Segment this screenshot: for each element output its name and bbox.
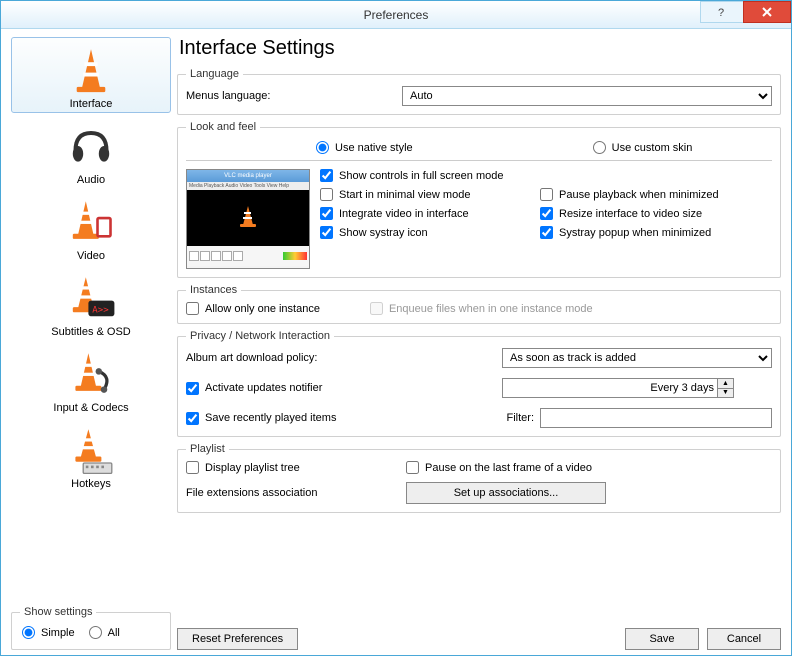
language-legend: Language [186, 68, 243, 80]
pause-last-frame-checkbox[interactable]: Pause on the last frame of a video [406, 461, 772, 474]
show-controls-checkbox[interactable]: Show controls in full screen mode [320, 169, 772, 182]
display-tree-checkbox[interactable]: Display playlist tree [186, 461, 396, 474]
systray-popup-checkbox[interactable]: Systray popup when minimized [540, 226, 772, 239]
page-title: Interface Settings [179, 37, 781, 60]
integrate-video-checkbox[interactable]: Integrate video in interface [320, 207, 520, 220]
footer: Reset Preferences Save Cancel [177, 624, 781, 650]
privacy-group: Privacy / Network Interaction Album art … [177, 330, 781, 437]
cone-film-icon [65, 196, 117, 248]
cone-osd-icon: A>> [65, 272, 117, 324]
headphones-icon [65, 120, 117, 172]
cancel-button[interactable]: Cancel [707, 628, 781, 650]
help-button[interactable]: ? [700, 1, 744, 23]
show-systray-checkbox[interactable]: Show systray icon [320, 226, 520, 239]
save-button[interactable]: Save [625, 628, 699, 650]
sidebar-item-label: Input & Codecs [53, 402, 128, 414]
sidebar-item-audio[interactable]: Audio [11, 113, 171, 189]
cone-keyboard-icon [65, 424, 117, 476]
updates-notifier-checkbox[interactable]: Activate updates notifier [186, 382, 486, 395]
playlist-legend: Playlist [186, 443, 229, 455]
resize-interface-checkbox[interactable]: Resize interface to video size [540, 207, 772, 220]
updates-interval-input[interactable] [502, 378, 718, 398]
sidebar-item-label: Interface [70, 98, 113, 110]
playlist-group: Playlist Display playlist tree Pause on … [177, 443, 781, 513]
reset-preferences-button[interactable]: Reset Preferences [177, 628, 298, 650]
titlebar: Preferences ? [1, 1, 791, 29]
menus-language-label: Menus language: [186, 90, 396, 102]
native-style-radio[interactable]: Use native style [316, 141, 413, 154]
updates-interval-spinner[interactable]: ▲▼ [502, 378, 772, 398]
menus-language-select[interactable]: Auto [402, 86, 772, 106]
allow-one-instance-checkbox[interactable]: Allow only one instance [186, 302, 320, 315]
album-art-select[interactable]: As soon as track is added [502, 348, 772, 368]
sidebar-item-label: Video [77, 250, 105, 262]
instances-legend: Instances [186, 284, 241, 296]
cone-icon [65, 44, 117, 96]
svg-text:?: ? [718, 7, 724, 18]
language-group: Language Menus language: Auto [177, 68, 781, 115]
start-minimal-checkbox[interactable]: Start in minimal view mode [320, 188, 520, 201]
file-ext-label: File extensions association [186, 487, 396, 499]
svg-text:A>>: A>> [92, 305, 109, 315]
setup-associations-button[interactable]: Set up associations... [406, 482, 606, 504]
lookfeel-group: Look and feel Use native style Use custo… [177, 121, 781, 278]
enqueue-files-checkbox: Enqueue files when in one instance mode [370, 302, 593, 315]
show-settings-simple[interactable]: Simple [22, 626, 75, 639]
save-recent-checkbox[interactable]: Save recently played items [186, 412, 486, 425]
instances-group: Instances Allow only one instance Enqueu… [177, 284, 781, 324]
spin-up-icon[interactable]: ▲ [718, 379, 733, 389]
sidebar-item-hotkeys[interactable]: Hotkeys [11, 417, 171, 493]
album-art-label: Album art download policy: [186, 352, 486, 364]
sidebar: Interface Audio Video A>> Subtitles & OS… [11, 37, 171, 650]
close-button[interactable] [743, 1, 791, 23]
sidebar-item-label: Subtitles & OSD [51, 326, 130, 338]
lookfeel-legend: Look and feel [186, 121, 260, 133]
cone-cable-icon [65, 348, 117, 400]
sidebar-item-video[interactable]: Video [11, 189, 171, 265]
sidebar-item-label: Audio [77, 174, 105, 186]
window-title: Preferences [1, 8, 791, 22]
sidebar-item-interface[interactable]: Interface [11, 37, 171, 113]
sidebar-item-subtitles[interactable]: A>> Subtitles & OSD [11, 265, 171, 341]
main-panel: Interface Settings Language Menus langua… [177, 37, 781, 650]
privacy-legend: Privacy / Network Interaction [186, 330, 334, 342]
show-settings-group: Show settings Simple All [11, 606, 171, 650]
sidebar-item-input-codecs[interactable]: Input & Codecs [11, 341, 171, 417]
filter-label: Filter: [507, 412, 535, 424]
pause-minimized-checkbox[interactable]: Pause playback when minimized [540, 188, 772, 201]
sidebar-item-label: Hotkeys [71, 478, 111, 490]
custom-skin-radio[interactable]: Use custom skin [593, 141, 693, 154]
filter-input[interactable] [540, 408, 772, 428]
interface-preview: VLC media player Media Playback Audio Vi… [186, 169, 310, 269]
spin-down-icon[interactable]: ▼ [718, 389, 733, 398]
show-settings-all[interactable]: All [89, 626, 120, 639]
show-settings-legend: Show settings [20, 606, 96, 618]
